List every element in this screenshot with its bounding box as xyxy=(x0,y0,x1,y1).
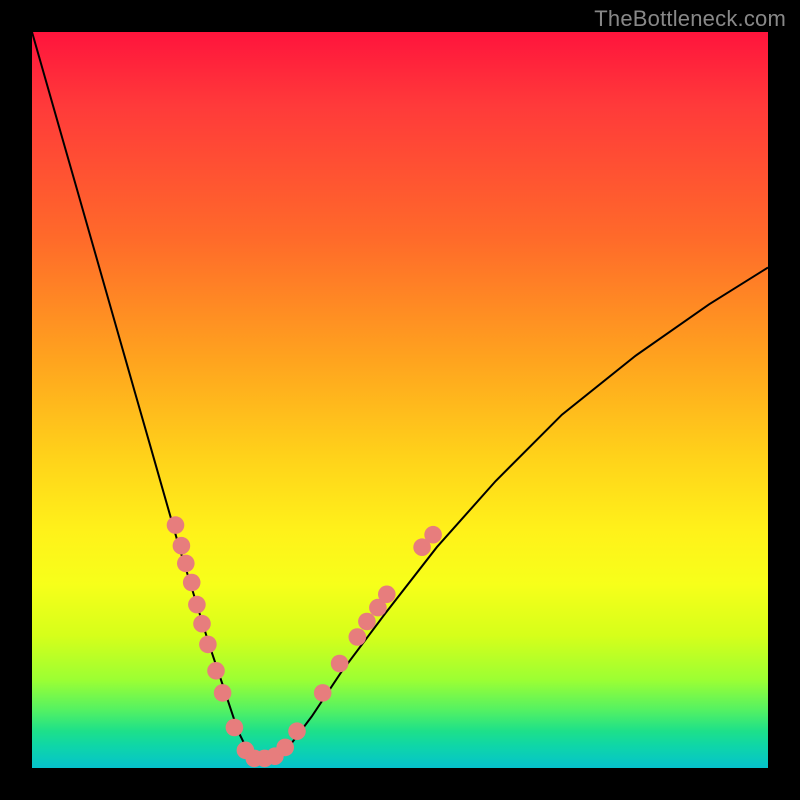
markers-group xyxy=(167,516,442,767)
chart-svg xyxy=(32,32,768,768)
data-marker xyxy=(226,719,244,737)
data-marker xyxy=(314,684,332,702)
data-marker xyxy=(358,613,376,631)
data-marker xyxy=(188,596,206,614)
chart-frame: TheBottleneck.com xyxy=(0,0,800,800)
plot-area xyxy=(32,32,768,768)
watermark-text: TheBottleneck.com xyxy=(594,6,786,32)
data-marker xyxy=(199,636,217,654)
bottleneck-curve xyxy=(32,32,768,761)
data-marker xyxy=(207,662,225,680)
data-marker xyxy=(167,516,185,534)
data-marker xyxy=(288,722,306,740)
data-marker xyxy=(193,615,211,633)
data-marker xyxy=(276,739,294,757)
data-marker xyxy=(331,655,349,673)
data-marker xyxy=(173,537,191,555)
data-marker xyxy=(177,555,195,573)
data-marker xyxy=(378,586,396,604)
data-marker xyxy=(424,526,442,544)
data-marker xyxy=(214,684,232,702)
data-marker xyxy=(183,574,201,592)
data-marker xyxy=(349,628,367,646)
